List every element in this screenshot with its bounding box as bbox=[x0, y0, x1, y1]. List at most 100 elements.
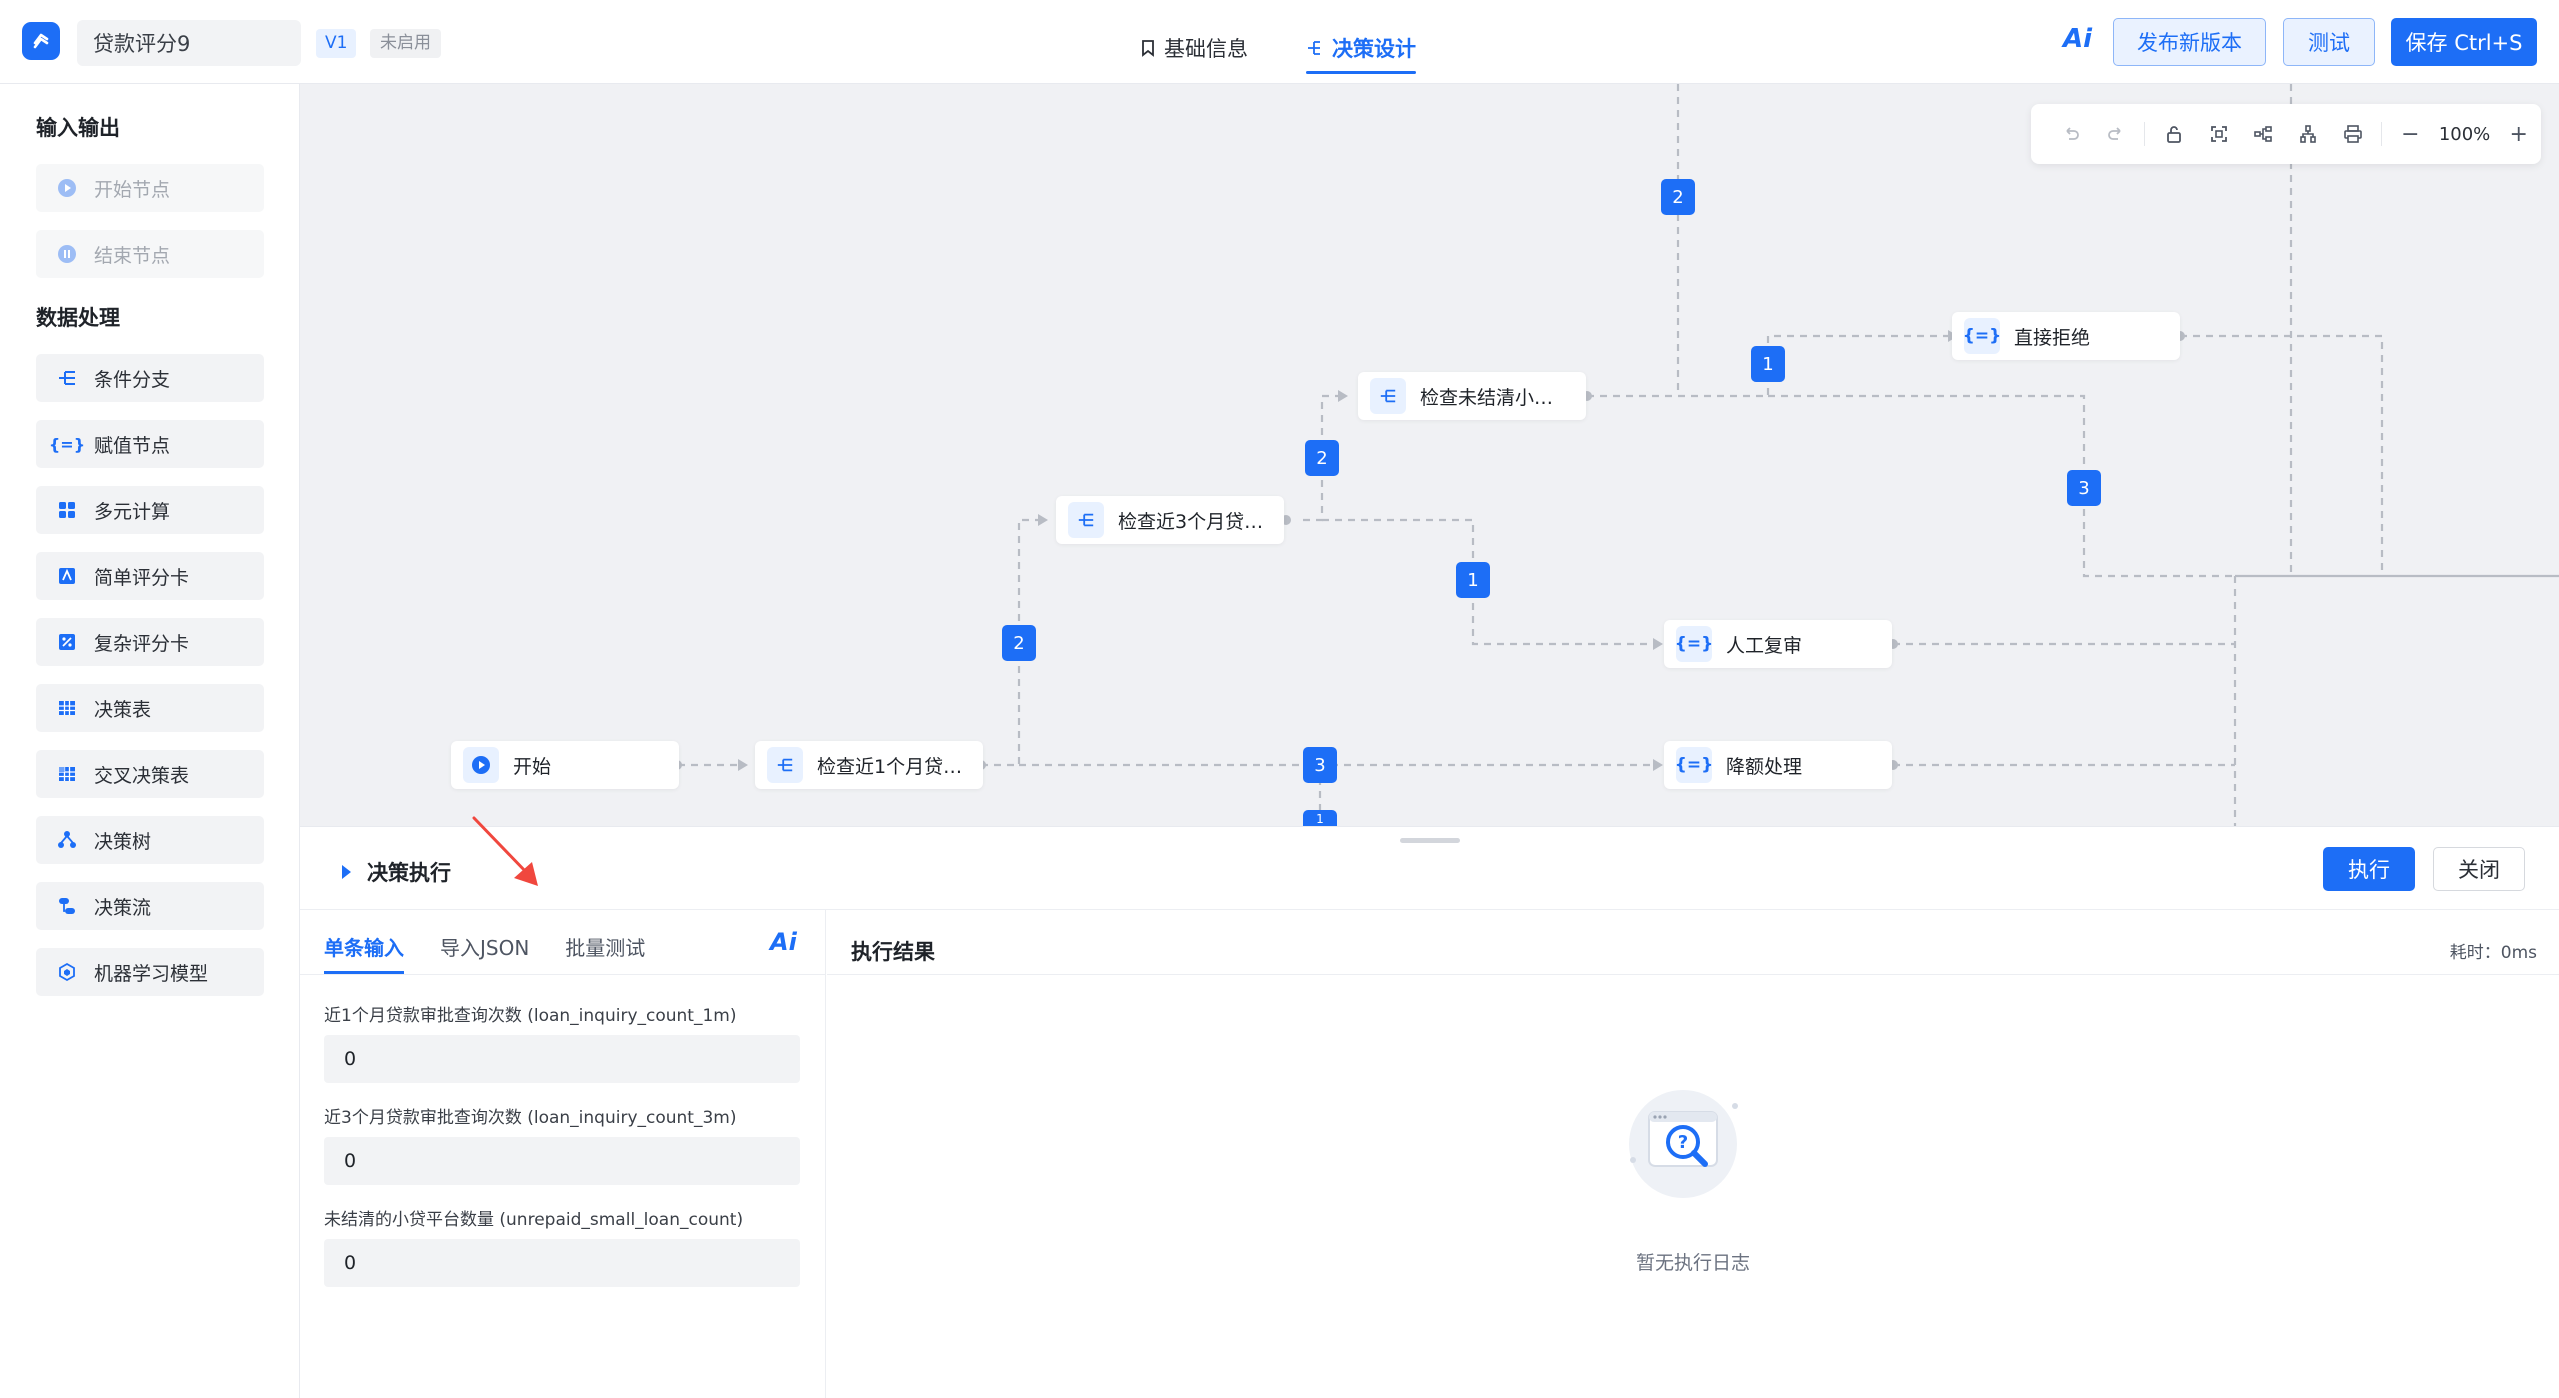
palette-item-decision-flow[interactable]: 决策流 bbox=[36, 882, 264, 930]
flow-node-reduce-limit[interactable]: {=} 降额处理 bbox=[1664, 741, 1892, 789]
horizontal-layout-icon[interactable] bbox=[2241, 114, 2286, 154]
zoom-in-icon[interactable]: + bbox=[2496, 114, 2541, 154]
pause-circle-icon bbox=[56, 243, 78, 265]
cross-table-icon bbox=[56, 763, 78, 785]
branch-badge[interactable]: 3 bbox=[2067, 470, 2101, 506]
flow-icon bbox=[56, 895, 78, 917]
braces-icon: {=} bbox=[1675, 626, 1713, 662]
tab-batch-test[interactable]: 批量测试 bbox=[565, 932, 645, 974]
palette-item-label: 结束节点 bbox=[94, 244, 171, 267]
zoom-out-icon[interactable]: − bbox=[2388, 114, 2433, 154]
annotation-arrow-icon bbox=[472, 816, 538, 886]
flow-node-reject[interactable]: {=} 直接拒绝 bbox=[1952, 312, 2180, 360]
field-label-unrepaid-count: 未结清的小贷平台数量 (unrepaid_small_loan_count) bbox=[324, 1210, 744, 1230]
tab-decision-design-label: 决策设计 bbox=[1332, 37, 1416, 61]
palette-item-label: 机器学习模型 bbox=[94, 962, 209, 985]
field-label-inquiry-3m: 近3个月贷款审批查询次数 (loan_inquiry_count_3m) bbox=[324, 1108, 737, 1128]
palette-item-ml-model[interactable]: 机器学习模型 bbox=[36, 948, 264, 996]
grid-calc-icon bbox=[56, 499, 78, 521]
redo-icon[interactable] bbox=[2094, 114, 2139, 154]
branch-badge[interactable]: 1 bbox=[1303, 810, 1337, 826]
inquiry-3m-input[interactable]: 0 bbox=[324, 1137, 800, 1185]
palette-item-assign-node[interactable]: {=} 赋值节点 bbox=[36, 420, 264, 468]
flow-node-manual-review[interactable]: {=} 人工复审 bbox=[1664, 620, 1892, 668]
print-icon[interactable] bbox=[2330, 114, 2375, 154]
palette-item-label: 赋值节点 bbox=[94, 434, 171, 457]
canvas-toolbar: − 100% + bbox=[2031, 104, 2541, 164]
unlock-icon[interactable] bbox=[2151, 114, 2196, 154]
flow-node-check-3m[interactable]: 检查近3个月贷… bbox=[1056, 496, 1284, 544]
palette-item-decision-table[interactable]: 决策表 bbox=[36, 684, 264, 732]
execution-panel: 决策执行 执行 关闭 单条输入 导入JSON 批量测试 Ai 近1个月贷款审批查… bbox=[300, 826, 2559, 1398]
palette-item-end-node[interactable]: 结束节点 bbox=[36, 230, 264, 278]
save-button[interactable]: 保存 Ctrl+S bbox=[2391, 18, 2537, 66]
branch-icon bbox=[1068, 502, 1104, 538]
palette-item-simple-scorecard[interactable]: 简单评分卡 bbox=[36, 552, 264, 600]
palette-item-start-node[interactable]: 开始节点 bbox=[36, 164, 264, 212]
top-header: 贷款评分9 V1 未启用 基础信息 决策设计 Ai 发布新版本 测试 保存 Ct… bbox=[0, 0, 2559, 84]
node-label: 检查未结清小… bbox=[1420, 386, 1554, 409]
undo-icon[interactable] bbox=[2049, 114, 2094, 154]
table-icon bbox=[56, 697, 78, 719]
flow-node-check-unpaid[interactable]: 检查未结清小… bbox=[1358, 372, 1586, 420]
palette-item-label: 决策树 bbox=[94, 830, 152, 853]
palette-item-complex-scorecard[interactable]: 复杂评分卡 bbox=[36, 618, 264, 666]
toolbar-divider bbox=[2381, 122, 2383, 146]
panel-title[interactable]: 决策执行 bbox=[342, 857, 451, 887]
palette-item-multi-calc[interactable]: 多元计算 bbox=[36, 486, 264, 534]
collapse-caret-icon[interactable] bbox=[342, 865, 351, 879]
fit-view-icon[interactable] bbox=[2196, 114, 2241, 154]
flow-canvas[interactable]: 开始 检查近1个月贷… 检查近3个月贷… 检查未结清小… {=} 直接拒绝 {=… bbox=[300, 84, 2559, 826]
palette-item-cross-decision-table[interactable]: 交叉决策表 bbox=[36, 750, 264, 798]
publish-version-button[interactable]: 发布新版本 bbox=[2113, 18, 2266, 66]
flow-node-start[interactable]: 开始 bbox=[451, 741, 679, 789]
app-logo-icon[interactable] bbox=[22, 22, 60, 60]
braces-icon: {=} bbox=[1675, 747, 1713, 783]
unrepaid-count-input[interactable]: 0 bbox=[324, 1239, 800, 1287]
tab-decision-design[interactable]: 决策设计 bbox=[1306, 26, 1416, 74]
tab-basic-info[interactable]: 基础信息 bbox=[1140, 26, 1248, 70]
result-pane: 执行结果 耗时：0ms ? 暂无执行日志 bbox=[827, 910, 2559, 1398]
close-button[interactable]: 关闭 bbox=[2433, 847, 2525, 891]
test-button[interactable]: 测试 bbox=[2283, 18, 2375, 66]
input-pane: 单条输入 导入JSON 批量测试 Ai 近1个月贷款审批查询次数 (loan_i… bbox=[300, 910, 826, 1398]
play-circle-icon bbox=[56, 177, 78, 199]
palette-item-label: 复杂评分卡 bbox=[94, 632, 190, 655]
palette-item-label: 交叉决策表 bbox=[94, 764, 190, 787]
tab-import-json[interactable]: 导入JSON bbox=[440, 932, 529, 974]
app-title-field[interactable]: 贷款评分9 bbox=[77, 20, 301, 66]
palette-item-label: 决策表 bbox=[94, 698, 152, 721]
branch-badge[interactable]: 2 bbox=[1002, 625, 1036, 661]
braces-icon: {=} bbox=[48, 434, 86, 454]
palette-item-decision-tree[interactable]: 决策树 bbox=[36, 816, 264, 864]
execute-button[interactable]: 执行 bbox=[2323, 847, 2415, 891]
scorecard-icon bbox=[56, 565, 78, 587]
panel-resize-handle[interactable] bbox=[1400, 838, 1460, 843]
svg-text:?: ? bbox=[1678, 1132, 1688, 1153]
top-tabs: 基础信息 决策设计 bbox=[1140, 26, 1416, 74]
elapsed-time: 耗时：0ms bbox=[2449, 943, 2537, 963]
percent-card-icon bbox=[56, 631, 78, 653]
ai-assistant-icon[interactable]: Ai bbox=[2063, 24, 2092, 54]
branch-icon bbox=[767, 747, 803, 783]
vertical-layout-icon[interactable] bbox=[2286, 114, 2331, 154]
flow-node-check-1m[interactable]: 检查近1个月贷… bbox=[755, 741, 983, 789]
node-label: 开始 bbox=[513, 755, 552, 778]
inquiry-1m-input[interactable]: 0 bbox=[324, 1035, 800, 1083]
branch-badge[interactable]: 2 bbox=[1661, 179, 1695, 215]
tab-single-input[interactable]: 单条输入 bbox=[324, 932, 404, 974]
cube-icon bbox=[56, 961, 78, 983]
branch-badge[interactable]: 3 bbox=[1303, 747, 1337, 783]
branch-badge[interactable]: 2 bbox=[1305, 440, 1339, 476]
section-title-data-processing: 数据处理 bbox=[36, 306, 120, 330]
empty-search-icon: ? bbox=[1629, 1090, 1738, 1198]
palette-item-condition-branch[interactable]: 条件分支 bbox=[36, 354, 264, 402]
ai-assistant-icon[interactable]: Ai bbox=[770, 928, 797, 956]
node-palette-sidebar: 输入输出 开始节点 结束节点 数据处理 条件分支 {=} 赋值节点 多元计算 简… bbox=[0, 84, 300, 1398]
branch-badge[interactable]: 1 bbox=[1751, 346, 1785, 382]
branch-badge[interactable]: 1 bbox=[1456, 562, 1490, 598]
empty-state-text: 暂无执行日志 bbox=[1635, 1252, 1750, 1274]
palette-item-label: 开始节点 bbox=[94, 178, 171, 201]
panel-title-label: 决策执行 bbox=[367, 861, 451, 885]
palette-item-label: 条件分支 bbox=[94, 368, 171, 391]
